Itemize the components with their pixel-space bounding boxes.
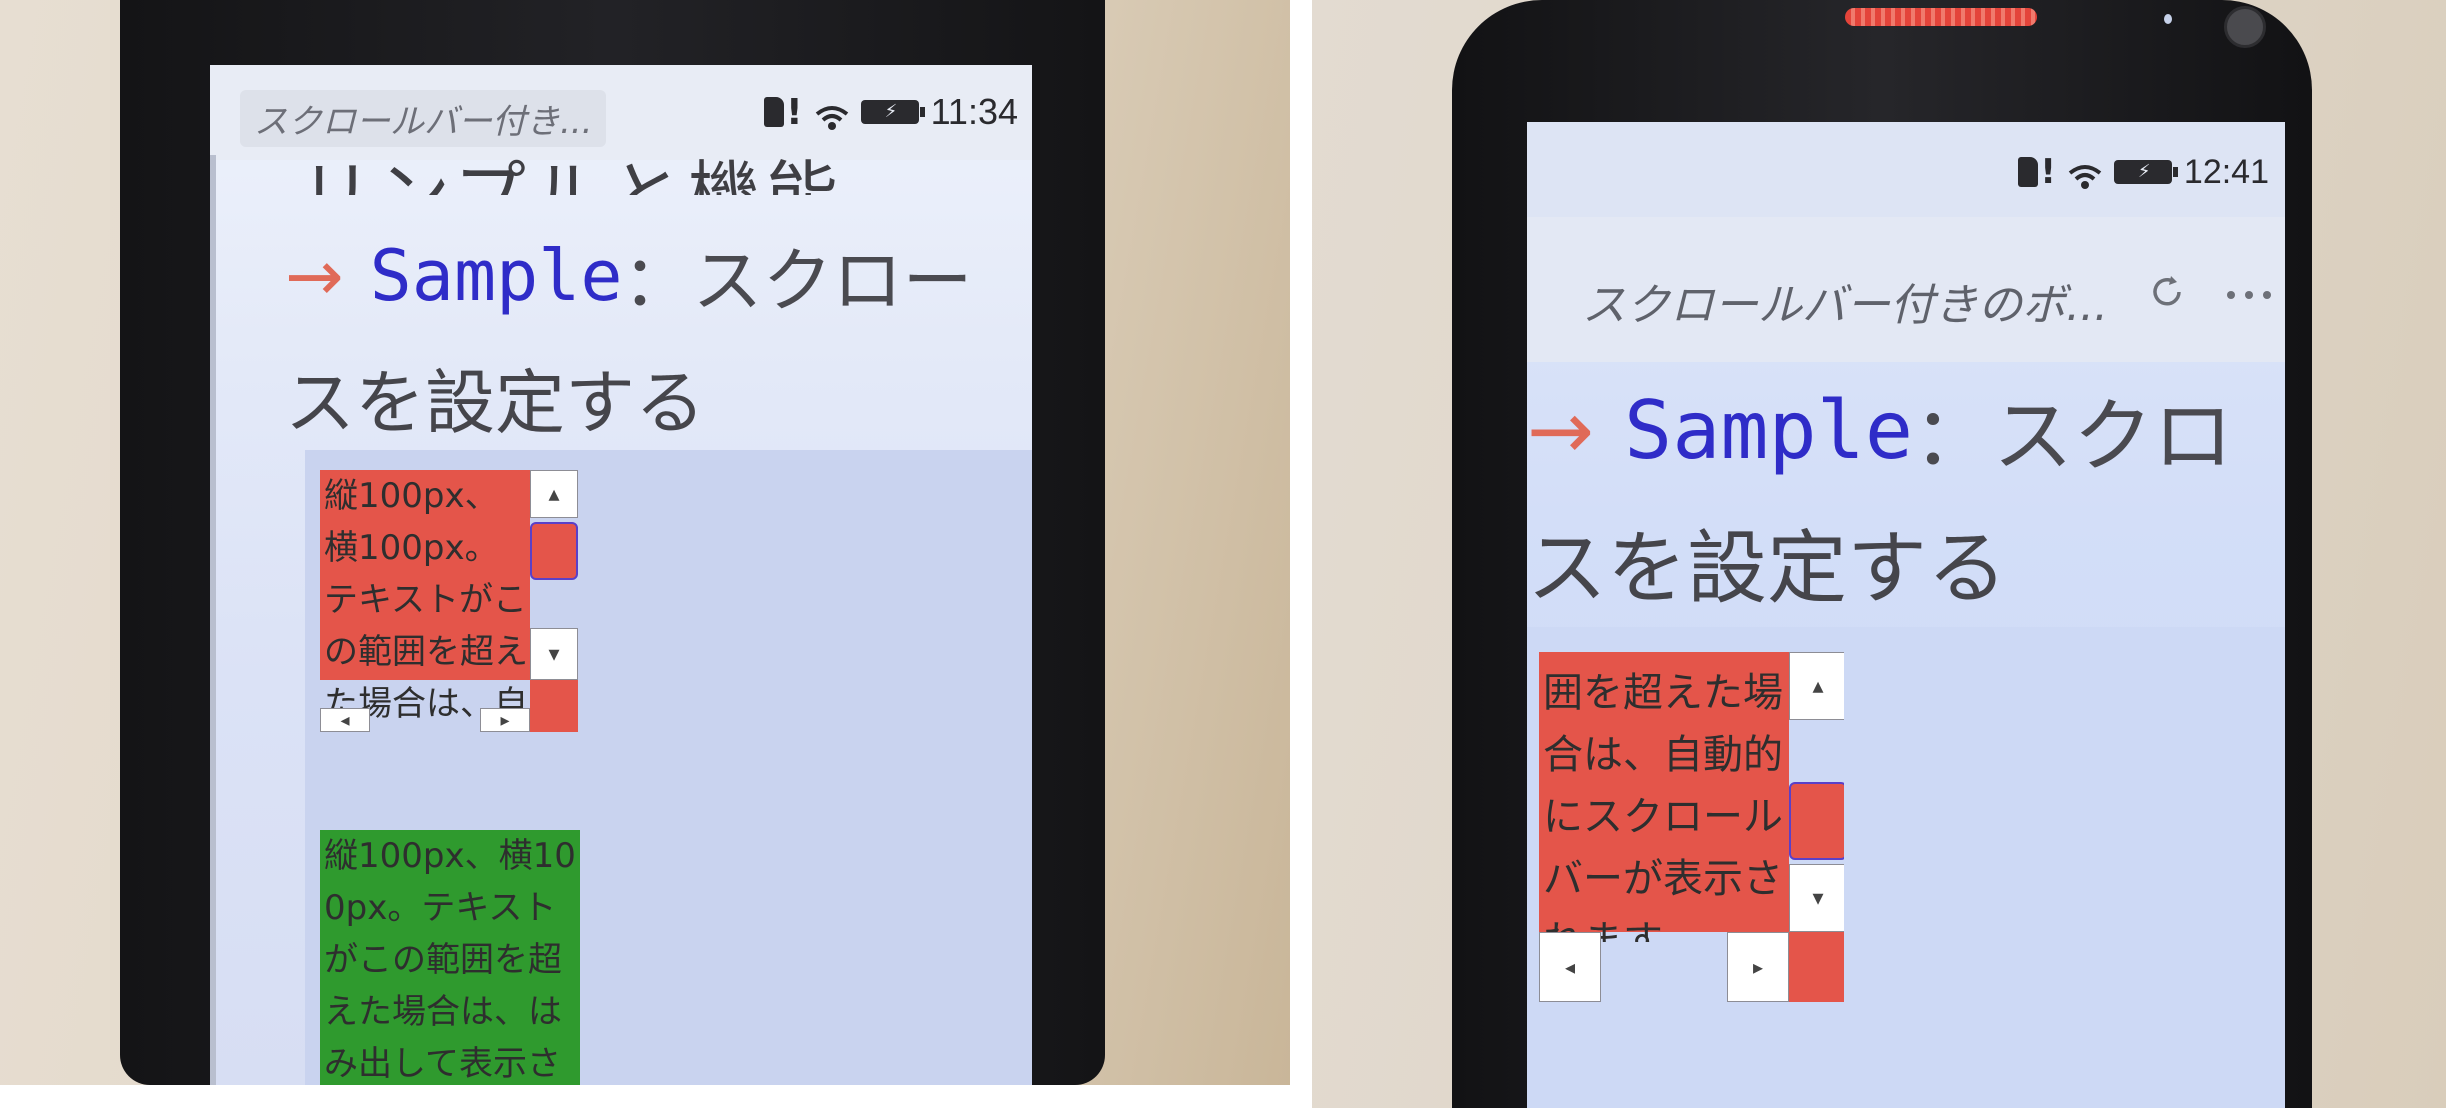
heading-cut-off: リンプルと機能	[300, 153, 844, 195]
browser-app-bar: スクロールバー付きのボ...	[1527, 217, 2285, 362]
photo-right: ! ⚡ 12:41 スクロールバー付きのボ... → Sample ：スクロ ス…	[1312, 0, 2446, 1108]
page-title[interactable]: スクロールバー付きのボ...	[1582, 269, 2108, 333]
sample-heading: → Sample ：スクロ	[1527, 372, 2233, 488]
arrow-up-icon: ▴	[548, 481, 560, 507]
more-menu-icon[interactable]	[2227, 291, 2271, 299]
clock: 12:41	[2183, 152, 2269, 191]
scroll-corner	[1789, 932, 1844, 1002]
phone-screen-left: スクロールバー付き... ! ⚡ 11:34 リンプルと機能 → Sample …	[210, 65, 1032, 1085]
status-bar: ! ⚡ 12:41	[1527, 122, 2285, 217]
arrow-left-icon: ◂	[340, 709, 350, 731]
scroll-box-red[interactable]: 縦100px、横100px。テキストがこの範囲を超えた場合は、自動的にスクロール…	[320, 470, 578, 732]
arrow-up-icon: ▴	[1812, 673, 1824, 699]
arrow-icon: →	[285, 234, 344, 317]
photo-left: スクロールバー付き... ! ⚡ 11:34 リンプルと機能 → Sample …	[0, 0, 1290, 1085]
battery-icon: ⚡	[860, 100, 925, 124]
vertical-scroll-thumb[interactable]	[1789, 782, 1844, 860]
phone-right: ! ⚡ 12:41 スクロールバー付きのボ... → Sample ：スクロ ス…	[1452, 0, 2312, 1108]
sample-heading: → Sample ：スクロー	[285, 225, 973, 326]
front-camera	[2224, 6, 2266, 48]
reload-icon[interactable]	[2147, 272, 2187, 312]
sim-icon	[2018, 157, 2039, 187]
green-box-text: 縦100px、横100px。テキストがこの範囲を超えた場合は、はみ出して表示され…	[324, 836, 576, 1084]
scroll-up-button[interactable]: ▴	[530, 470, 578, 518]
page-scrollbar[interactable]	[210, 155, 216, 1085]
arrow-down-icon: ▾	[1812, 885, 1824, 911]
scroll-left-button[interactable]: ◂	[320, 708, 370, 732]
sim-icon	[764, 97, 785, 127]
section-heading: スを設定する	[285, 362, 705, 444]
scroll-left-button[interactable]: ◂	[1539, 932, 1601, 1002]
indicator-led	[2164, 14, 2172, 24]
sample-link[interactable]: Sample	[370, 235, 623, 317]
arrow-left-icon: ◂	[1564, 955, 1576, 979]
scroll-down-button[interactable]: ▾	[1789, 864, 1844, 932]
phone-screen-right: ! ⚡ 12:41 スクロールバー付きのボ... → Sample ：スクロ ス…	[1527, 122, 2285, 1108]
arrow-right-icon: ▸	[1752, 955, 1764, 979]
sim-alert-icon: !	[2040, 152, 2056, 192]
scroll-corner	[530, 680, 578, 732]
arrow-icon: →	[1527, 383, 1595, 477]
phone-left: スクロールバー付き... ! ⚡ 11:34 リンプルと機能 → Sample …	[120, 0, 1105, 1085]
vertical-scroll-thumb[interactable]	[530, 522, 578, 580]
battery-icon: ⚡	[2113, 160, 2178, 184]
wifi-icon	[815, 99, 849, 130]
sample-link[interactable]: Sample	[1624, 384, 1913, 477]
sample-heading-text: ：スクロ	[1913, 390, 2234, 483]
scroll-up-button[interactable]: ▴	[1789, 652, 1844, 720]
red-box-text: 囲を超えた場合は、自動的にスクロールバーが表示されます。	[1543, 670, 1783, 942]
scroll-right-button[interactable]: ▸	[480, 708, 530, 732]
wifi-icon	[2068, 159, 2102, 189]
speaker-grille	[1845, 8, 2037, 26]
sample-heading-text: ：スクロー	[622, 240, 973, 322]
scroll-down-button[interactable]: ▾	[530, 628, 578, 680]
section-heading: スを設定する	[1527, 522, 2007, 615]
status-icons: ! ⚡ 12:41	[2018, 152, 2269, 192]
overflow-box-green: 縦100px、横100px。テキストがこの範囲を超えた場合は、はみ出して表示され…	[320, 830, 580, 1085]
clock: 11:34	[930, 91, 1018, 132]
scroll-right-button[interactable]: ▸	[1727, 932, 1789, 1002]
scroll-box-red[interactable]: 囲を超えた場合は、自動的にスクロールバーが表示されます。 ▴ ▾ ◂ ▸	[1539, 652, 1844, 1002]
arrow-right-icon: ▸	[500, 709, 510, 731]
red-box-text: 縦100px、横100px。テキストがこの範囲を超えた場合は、自動的にスクロール…	[324, 476, 528, 724]
arrow-down-icon: ▾	[548, 641, 560, 667]
